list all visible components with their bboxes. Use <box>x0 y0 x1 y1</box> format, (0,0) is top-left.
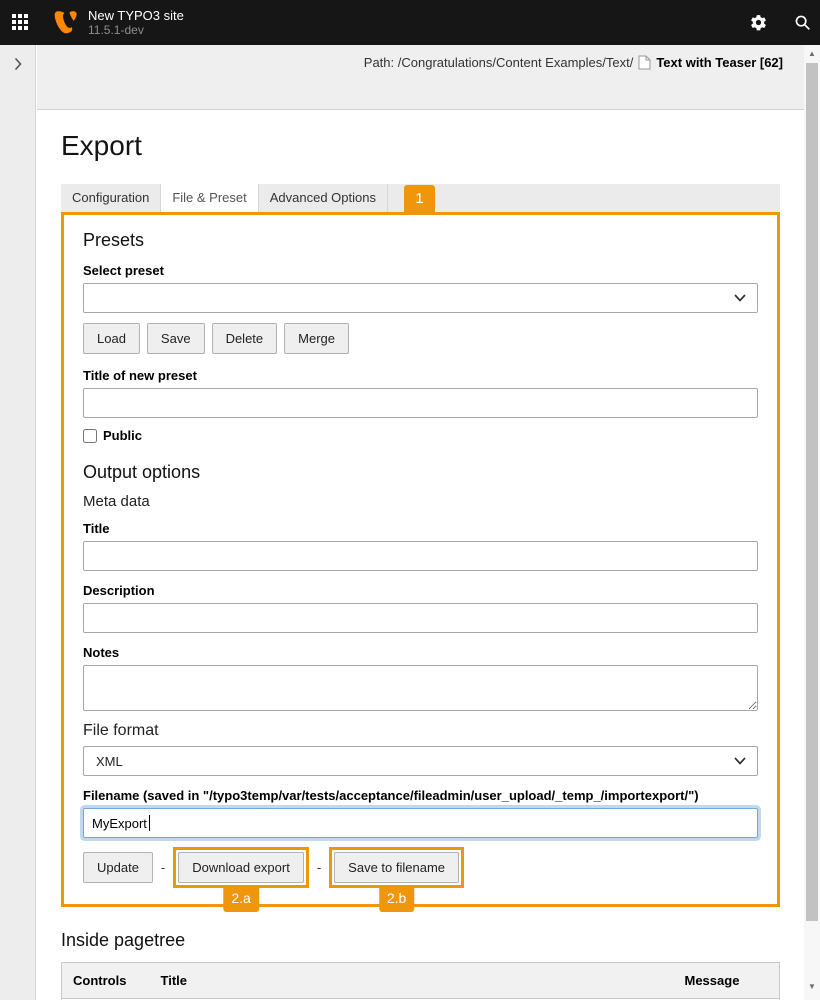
page-title: Export <box>61 130 780 162</box>
pagetree-table: Controls Title Message <box>61 962 780 1000</box>
filename-input[interactable] <box>83 808 758 838</box>
search-icon[interactable] <box>794 14 811 31</box>
title-input[interactable] <box>83 541 758 571</box>
save-to-filename-button[interactable]: Save to filename <box>334 852 459 883</box>
scroll-down-arrow-icon[interactable]: ▼ <box>804 980 820 994</box>
description-input[interactable] <box>83 603 758 633</box>
description-label: Description <box>83 583 758 599</box>
notes-label: Notes <box>83 645 758 661</box>
vertical-scrollbar[interactable]: ▲ ▼ <box>804 45 820 1000</box>
column-header-title: Title <box>150 963 674 999</box>
select-preset-label: Select preset <box>83 263 758 279</box>
annotation-outline-2b: Save to filename 2.b <box>329 847 464 888</box>
public-checkbox[interactable] <box>83 429 97 443</box>
site-version: 11.5.1-dev <box>88 23 184 38</box>
button-separator: - <box>161 860 165 875</box>
annotation-badge-2a: 2.a <box>223 885 258 912</box>
button-separator: - <box>317 860 321 875</box>
inside-pagetree-heading: Inside pagetree <box>61 929 780 951</box>
delete-button[interactable]: Delete <box>212 323 278 354</box>
tab-advanced-options[interactable]: Advanced Options <box>259 184 388 212</box>
merge-button[interactable]: Merge <box>284 323 349 354</box>
new-preset-title-label: Title of new preset <box>83 368 758 384</box>
chevron-down-icon <box>734 294 746 302</box>
notes-textarea[interactable] <box>83 665 758 711</box>
topbar: New TYPO3 site 11.5.1-dev <box>0 0 820 45</box>
module-content: Path: /Congratulations/Content Examples/… <box>37 45 804 1000</box>
new-preset-title-input[interactable] <box>83 388 758 418</box>
annotation-badge-1: 1 <box>404 185 435 212</box>
file-preset-panel: Presets Select preset Load Save Delete M… <box>61 212 780 907</box>
public-checkbox-label: Public <box>103 428 142 443</box>
annotation-outline-2a: Download export 2.a <box>173 847 309 888</box>
file-format-select[interactable]: XML <box>83 746 758 776</box>
settings-gear-icon[interactable] <box>750 14 767 31</box>
module-menu-icon[interactable] <box>12 14 29 31</box>
column-header-controls: Controls <box>62 963 150 999</box>
text-cursor <box>149 815 150 831</box>
docheader: Path: /Congratulations/Content Examples/… <box>37 45 804 110</box>
filename-label: Filename (saved in "/typo3temp/var/tests… <box>83 788 758 804</box>
column-header-message: Message <box>674 963 780 999</box>
file-format-label: File format <box>83 721 758 741</box>
save-button[interactable]: Save <box>147 323 205 354</box>
load-button[interactable]: Load <box>83 323 140 354</box>
chevron-down-icon <box>734 757 746 765</box>
table-header-row: Controls Title Message <box>62 963 780 999</box>
typo3-logo-icon <box>52 8 79 37</box>
file-format-value: XML <box>96 754 123 769</box>
annotation-badge-2b: 2.b <box>379 885 414 912</box>
update-button[interactable]: Update <box>83 852 153 883</box>
sidebar-expand-chevron-icon[interactable] <box>12 57 24 71</box>
preset-select[interactable] <box>83 283 758 313</box>
presets-heading: Presets <box>83 229 758 251</box>
record-title: Text with Teaser [62] <box>656 55 783 70</box>
site-title: New TYPO3 site <box>88 8 184 23</box>
output-options-heading: Output options <box>83 461 758 483</box>
tab-configuration[interactable]: Configuration <box>61 184 161 212</box>
tab-file-preset[interactable]: File & Preset <box>161 184 258 212</box>
tabbar: Configuration File & Preset Advanced Opt… <box>61 184 780 212</box>
breadcrumb: Path: /Congratulations/Content Examples/… <box>364 55 783 70</box>
breadcrumb-path: Path: /Congratulations/Content Examples/… <box>364 55 634 70</box>
title-label: Title <box>83 521 758 537</box>
scrollbar-thumb[interactable] <box>806 63 818 921</box>
pagetree-sidebar-collapsed <box>0 45 36 1000</box>
meta-data-heading: Meta data <box>83 493 758 511</box>
download-export-button[interactable]: Download export <box>178 852 304 883</box>
record-document-icon <box>638 55 651 70</box>
scroll-up-arrow-icon[interactable]: ▲ <box>804 47 820 61</box>
